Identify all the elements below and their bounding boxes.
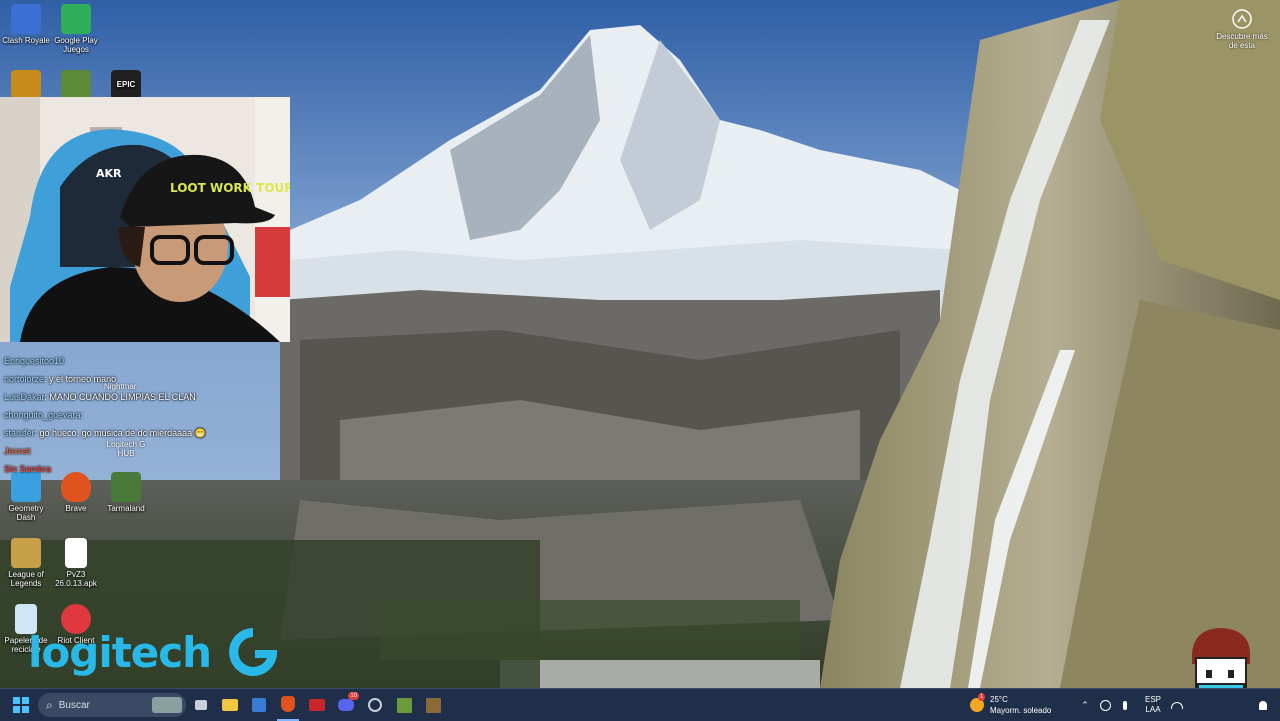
minecraft-icon — [425, 697, 441, 713]
search-icon: ⌕ — [46, 697, 53, 712]
search-highlight-icon — [152, 697, 182, 713]
discord-badge: 10 — [348, 692, 359, 700]
minecraft-icon — [61, 70, 91, 100]
streamer-webcam: LOOT WORK TOUR AKR — [0, 97, 290, 342]
desktop-icon-label: Geometry Dash — [8, 504, 44, 522]
start-button[interactable] — [8, 689, 34, 721]
chat-username: Enriquesitoo10 — [4, 356, 65, 366]
weather-description: Mayorm. soleado — [990, 706, 1052, 715]
chat-text: y el torneo mano — [49, 374, 117, 384]
obs-icon — [368, 698, 382, 712]
desktop-icon-google-play-games[interactable]: Google Play Juegos — [50, 4, 102, 54]
language-code: ESP — [1144, 695, 1161, 704]
taskbar-store[interactable] — [248, 689, 270, 721]
tray-notifications[interactable] — [1256, 689, 1270, 721]
taskbar-discord[interactable]: 10 — [335, 689, 359, 721]
store-icon — [252, 698, 266, 712]
discover-wallpaper-button[interactable]: Descubre más de esta — [1216, 8, 1268, 50]
taskbar-task-view[interactable] — [190, 689, 212, 721]
discover-icon — [1232, 9, 1252, 29]
minecraft-icon — [396, 697, 412, 713]
sync-icon — [1099, 699, 1111, 711]
tray-wifi[interactable] — [1170, 689, 1184, 721]
desktop-icon-league-of-legends[interactable]: League of Legends — [0, 538, 52, 588]
chat-message: Jexnet — [4, 442, 284, 460]
tray-language[interactable]: ESP LAA — [1140, 689, 1166, 721]
cap-text: LOOT WORK TOUR — [170, 181, 290, 195]
desktop-icon-tarmaland[interactable]: Tarmaland — [100, 472, 152, 513]
weather-widget[interactable]: 1 25°C Mayorm. soleado — [970, 689, 1070, 721]
desktop-icon-label: Google Play Juegos — [54, 36, 98, 54]
keyboard-layout: LAA — [1145, 705, 1161, 714]
taskbar-search[interactable]: ⌕ Buscar — [38, 693, 186, 717]
discover-label: Descubre más de esta — [1216, 32, 1268, 50]
chat-message: nortolorze: y el torneo mano — [4, 374, 117, 384]
windows-start-icon — [13, 697, 29, 713]
file-explorer-icon — [222, 699, 238, 711]
league-of-legends-icon — [11, 538, 41, 568]
desktop-icon-label: Brave — [65, 504, 87, 513]
taskbar-obs[interactable] — [364, 689, 386, 721]
chat-username: nortolorze — [4, 374, 45, 384]
discord-icon — [338, 699, 354, 711]
chat-message: LuisDakar: MANO CUANDO LIMPIAS EL CLAN — [4, 392, 196, 402]
task-view-icon — [195, 700, 207, 710]
desktop-icon-label: Tarmaland — [107, 504, 145, 513]
chat-message: Enriquesitoo10 — [4, 352, 284, 370]
chat-message: chonguito_guevara: — [4, 410, 84, 420]
desktop-icon-label: League of Legends — [8, 570, 44, 588]
desktop-icon-label: PvZ3 26.0.13.apk — [55, 570, 97, 588]
notification-bell-icon — [1259, 700, 1267, 710]
tray-overflow-chevron[interactable]: ⌃ — [1078, 689, 1092, 721]
webcam-overlay: LOOT WORK TOUR AKR — [0, 97, 290, 342]
search-placeholder: Buscar — [58, 699, 90, 711]
chat-text: go hueco, go musica de dc mierdaaaa 😁 — [39, 428, 206, 438]
chair-text: AKR — [96, 167, 122, 180]
epic-games-icon: EPIC GAMES — [111, 70, 141, 119]
logitech-g-icon — [229, 628, 278, 676]
weather-badge: 1 — [978, 693, 986, 701]
chat-username: starufer — [4, 428, 35, 438]
media-app-icon — [309, 699, 325, 711]
desktop-icon-brave[interactable]: Brave — [50, 472, 102, 513]
desktop-icon-label: Clash Royale — [2, 36, 50, 45]
clash-royale-icon — [11, 4, 41, 34]
microphone-icon — [1123, 700, 1127, 710]
file-icon — [65, 538, 87, 568]
taskbar-file-explorer[interactable] — [219, 689, 241, 721]
chat-message: starufer: go hueco, go musica de dc mier… — [4, 428, 206, 438]
taskbar-media-app[interactable] — [306, 689, 328, 721]
tray-sync[interactable] — [1098, 689, 1112, 721]
chat-username: chonguito_guevara — [4, 410, 81, 420]
taskbar-minecraft-2[interactable] — [422, 689, 444, 721]
desktop-icon-pvz3-apk[interactable]: PvZ3 26.0.13.apk — [50, 538, 102, 588]
desktop-icon-geometry-dash[interactable]: Geometry Dash — [0, 472, 52, 522]
brave-icon — [281, 696, 295, 712]
taskbar: ⌕ Buscar 10 1 25°C Mayorm. soleado ⌃ ESP… — [0, 688, 1280, 721]
stream-chat-overlay: Enriquesitoo10 nortolorze: y el torneo m… — [4, 352, 284, 478]
chat-message: Sin Sombra — [4, 460, 284, 478]
logitech-wordmark: logitech — [28, 627, 212, 677]
chat-username: Sin Sombra — [4, 464, 52, 474]
chevron-up-icon: ⌃ — [1081, 699, 1089, 710]
weather-sun-icon: 1 — [970, 693, 986, 712]
wifi-icon — [1171, 701, 1183, 709]
chat-username: LuisDakar — [4, 392, 45, 402]
desktop-icon-clash-royale[interactable]: Clash Royale — [0, 4, 52, 45]
game-icon — [11, 70, 41, 100]
logitech-g-logo: logitech — [28, 622, 283, 682]
chat-text: MANO CUANDO LIMPIAS EL CLAN — [49, 392, 196, 402]
chat-username: Jexnet — [4, 446, 31, 456]
weather-temperature: 25°C — [990, 695, 1008, 704]
google-play-games-icon — [61, 4, 91, 34]
taskbar-minecraft-1[interactable] — [393, 689, 415, 721]
tray-microphone[interactable] — [1118, 689, 1132, 721]
taskbar-brave[interactable] — [277, 689, 299, 721]
